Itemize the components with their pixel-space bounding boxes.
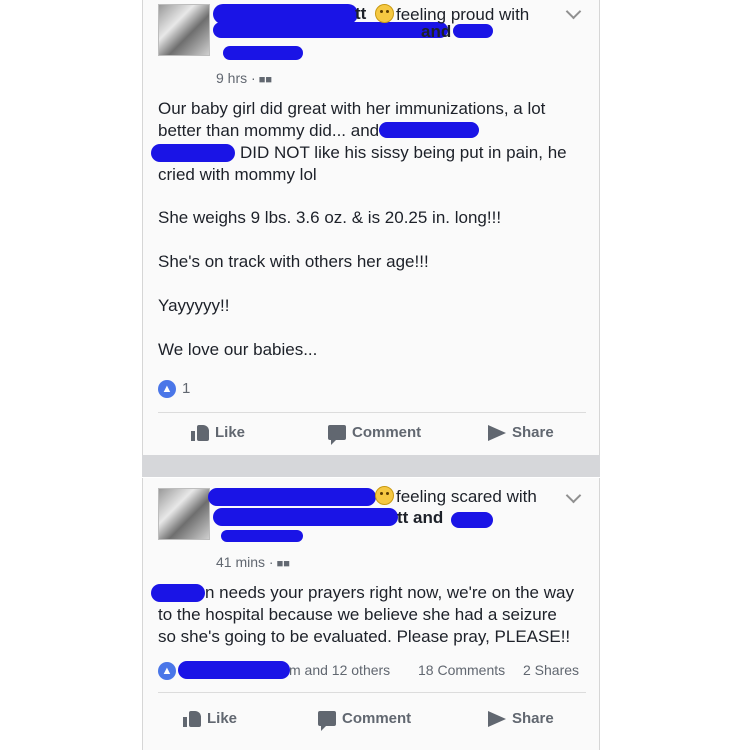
redacted-name [451, 512, 493, 528]
redacted-name [379, 122, 479, 138]
author-name-suffix[interactable]: tt [355, 4, 366, 24]
divider [158, 692, 586, 693]
body-line: so she's going to be evaluated. Please p… [158, 627, 571, 646]
comments-count[interactable]: 18 Comments [418, 662, 505, 678]
comment-icon [318, 711, 336, 731]
redacted-name [223, 46, 303, 60]
comment-button[interactable]: Comment [318, 710, 412, 731]
tagged-and: and [421, 22, 452, 41]
redacted-name [151, 144, 235, 162]
feeling-label: feeling scared with [375, 486, 537, 507]
like-reaction-icon[interactable]: ▲ [158, 662, 176, 680]
body-line: Our baby girl did great with her immuniz… [158, 99, 546, 118]
redacted-name [453, 24, 493, 38]
body-line: better than mommy did... and [158, 121, 380, 140]
redacted-name [213, 4, 358, 24]
tagged-and: tt and [397, 508, 444, 527]
thumbs-up-icon [191, 424, 209, 441]
share-arrow-icon [488, 424, 506, 441]
thumbs-up-icon [183, 710, 201, 727]
friends-icon: ■■ [276, 558, 290, 570]
feeling-text: feeling proud with [396, 5, 530, 24]
share-label: Share [512, 710, 554, 727]
share-label: Share [512, 424, 554, 441]
post-paragraph: She weighs 9 lbs. 3.6 oz. & is 20.25 in.… [158, 208, 502, 227]
comment-icon [328, 425, 346, 445]
comment-label: Comment [352, 424, 422, 441]
reaction-summary[interactable]: m and 12 others [289, 662, 390, 678]
divider [158, 412, 586, 413]
like-button[interactable]: Like [191, 424, 245, 441]
post-timestamp[interactable]: 9 hrs · ■■ [216, 70, 272, 86]
post-paragraph: We love our babies... [158, 340, 318, 359]
share-button[interactable]: Share [488, 424, 554, 441]
body-line: to the hospital because we believe she h… [158, 605, 557, 624]
body-line: cried with mommy lol [158, 165, 317, 184]
post-paragraph: She's on track with others her age!!! [158, 252, 429, 271]
post-timestamp[interactable]: 41 mins · ■■ [216, 554, 290, 570]
post-body: n needs your prayers right now, we're on… [158, 582, 598, 648]
like-count[interactable]: 1 [182, 380, 190, 397]
post-body: Our baby girl did great with her immuniz… [158, 98, 588, 186]
share-arrow-icon [488, 710, 506, 727]
feeling-label: feeling proud with [375, 4, 529, 25]
post-separator [142, 455, 600, 477]
avatar[interactable] [158, 488, 210, 540]
worried-emoji-icon [375, 486, 394, 505]
shares-count[interactable]: 2 Shares [523, 662, 579, 678]
comment-button[interactable]: Comment [328, 424, 422, 445]
redacted-name [178, 661, 290, 679]
like-button[interactable]: Like [183, 710, 237, 727]
share-button[interactable]: Share [488, 710, 554, 727]
chevron-down-icon[interactable] [565, 3, 582, 20]
friends-icon: ■■ [258, 74, 272, 86]
redacted-name [208, 488, 376, 506]
post-card-2: feeling scared with tt and 41 mins · ■■ n… [142, 478, 600, 750]
post-card-1: tt feeling proud with and 9 hrs · ■■ Our … [142, 0, 600, 458]
like-label: Like [207, 710, 238, 727]
chevron-down-icon[interactable] [565, 487, 582, 504]
body-line: n needs your prayers right now, we're on… [205, 583, 574, 602]
redacted-name [221, 530, 303, 542]
like-reaction-icon[interactable]: ▲ [158, 380, 176, 398]
smile-emoji-icon [375, 4, 394, 23]
avatar[interactable] [158, 4, 210, 56]
post-paragraph: Yayyyyy!! [158, 296, 230, 315]
like-label: Like [215, 424, 246, 441]
comment-label: Comment [342, 710, 412, 727]
feeling-text: feeling scared with [396, 487, 537, 506]
redacted-name [213, 508, 398, 526]
